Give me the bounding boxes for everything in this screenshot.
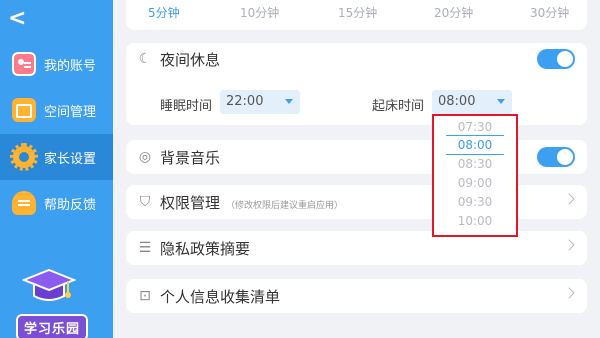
wake-time-label: 起床时间 [372, 99, 425, 114]
sidebar-item-account[interactable]: 我的账号 [0, 41, 113, 87]
sidebar-item-space[interactable]: 空间管理 [0, 87, 113, 133]
night-rest-card: ☾ 夜间休息 睡眠时间 22:00 起床时间 08:00 [126, 43, 587, 125]
dropdown-option[interactable]: 07:30 [434, 120, 516, 134]
sidebar: < 我的账号 空间管理 家长设置 帮助反馈 学习乐园 [0, 0, 113, 338]
shield-icon: ⛉ [139, 194, 151, 210]
dropdown-option[interactable]: 09:00 [434, 176, 516, 190]
document-icon: ☰ [138, 240, 152, 256]
background-music-title: 背景音乐 [160, 149, 221, 167]
sleep-time-label: 睡眠时间 [160, 99, 213, 114]
duration-option[interactable]: 20分钟 [434, 4, 473, 21]
user-card-icon: ⊡ [139, 288, 151, 304]
selection-line [446, 135, 504, 136]
app-logo: 学习乐园 [8, 268, 90, 338]
duration-option[interactable]: 10分钟 [240, 4, 279, 21]
music-disc-icon: ◎ [138, 149, 152, 165]
sleep-time-select[interactable]: 22:00 [220, 90, 300, 114]
dropdown-option[interactable]: 08:30 [434, 157, 516, 171]
night-rest-title: 夜间休息 [160, 51, 221, 69]
sleep-time-value: 22:00 [226, 94, 264, 109]
sidebar-item-label: 我的账号 [44, 58, 97, 74]
duration-option[interactable]: 5分钟 [148, 4, 180, 21]
graduation-cap-icon [22, 268, 76, 301]
duration-selector: 5分钟 10分钟 15分钟 20分钟 30分钟 [126, 0, 587, 30]
selection-line [446, 154, 504, 155]
personal-info-row[interactable]: ⊡ 个人信息收集清单 [126, 279, 587, 313]
gear-icon [10, 143, 38, 171]
help-icon [12, 191, 36, 215]
sidebar-item-label: 空间管理 [44, 104, 97, 120]
chevron-right-icon [563, 193, 575, 205]
permissions-hint: （修改权限后建议重启应用） [226, 201, 344, 211]
personal-info-title: 个人信息收集清单 [160, 288, 281, 306]
wake-time-dropdown: 07:30 08:00 08:30 09:00 09:30 10:00 [432, 114, 518, 237]
dropdown-option[interactable]: 10:00 [434, 214, 516, 228]
dropdown-option-selected[interactable]: 08:00 [434, 138, 516, 152]
background-music-toggle[interactable] [537, 147, 575, 167]
logo-text: 学习乐园 [16, 314, 89, 338]
wake-time-select[interactable]: 08:00 [432, 90, 512, 114]
permissions-label: 权限管理 [160, 194, 221, 212]
dropdown-arrow-icon [285, 99, 293, 104]
sidebar-item-help[interactable]: 帮助反馈 [0, 180, 113, 226]
permissions-title: 权限管理 （修改权限后建议重启应用） [160, 192, 343, 213]
space-icon [12, 98, 36, 122]
wake-time-value: 08:00 [438, 94, 476, 109]
back-button[interactable]: < [8, 6, 34, 32]
privacy-policy-title: 隐私政策摘要 [160, 240, 251, 258]
moon-icon: ☾ [138, 51, 152, 67]
back-arrow-icon: < [8, 6, 27, 31]
dropdown-arrow-icon [497, 99, 505, 104]
sidebar-item-label: 家长设置 [44, 151, 97, 167]
account-icon [12, 52, 36, 76]
chevron-right-icon [563, 239, 575, 251]
sidebar-item-label: 帮助反馈 [44, 197, 97, 213]
sidebar-item-parent-settings[interactable]: 家长设置 [0, 134, 113, 180]
night-rest-toggle[interactable] [537, 49, 575, 69]
dropdown-option[interactable]: 09:30 [434, 195, 516, 209]
duration-option[interactable]: 15分钟 [338, 4, 377, 21]
chevron-right-icon [563, 287, 575, 299]
duration-option[interactable]: 30分钟 [530, 4, 569, 21]
